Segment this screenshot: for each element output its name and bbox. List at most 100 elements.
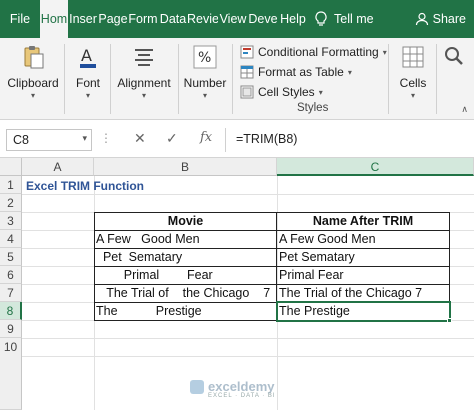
chevron-down-icon: ▾ <box>318 87 323 97</box>
divider <box>110 44 111 114</box>
styles-list: Conditional Formatting ▾ Format as Table… <box>240 42 387 102</box>
row-header-6[interactable]: 6 <box>0 266 22 284</box>
cell-styles-label: Cell Styles <box>258 85 315 99</box>
name-box-value: C8 <box>13 133 29 147</box>
user-icon <box>415 12 428 26</box>
divider <box>388 44 389 114</box>
gridline <box>22 338 474 339</box>
row-header-8[interactable]: 8 <box>0 302 22 320</box>
format-as-table-label: Format as Table <box>258 65 344 79</box>
enter-icon[interactable]: ✓ <box>166 130 178 147</box>
font-label: Font <box>75 76 100 90</box>
alignment-label: Alignment <box>117 76 171 90</box>
number-group[interactable]: % Number ▾ <box>182 38 228 120</box>
gridline <box>22 356 474 357</box>
row-header-2[interactable]: 2 <box>0 194 22 212</box>
select-all-corner[interactable] <box>0 158 22 176</box>
row-header-7[interactable]: 7 <box>0 284 22 302</box>
insert-function-button[interactable]: fx <box>200 130 212 145</box>
chevron-down-icon: ▾ <box>30 91 35 100</box>
chevron-down-icon: ▾ <box>82 133 87 143</box>
cells-group[interactable]: Cells ▾ <box>394 38 432 120</box>
cancel-icon[interactable]: ✕ <box>134 130 146 147</box>
tell-me-search[interactable]: Tell me <box>334 12 394 26</box>
conditional-formatting-button[interactable]: Conditional Formatting ▾ <box>240 42 387 62</box>
tab-file[interactable]: File <box>0 0 40 38</box>
tab-view[interactable]: View <box>218 0 248 38</box>
divider <box>178 44 179 114</box>
table-cell-movie[interactable]: A Few Good Men <box>96 230 276 248</box>
row-header-1[interactable]: 1 <box>0 176 22 194</box>
chevron-down-icon: ▾ <box>347 67 352 77</box>
chevron-down-icon: ▾ <box>382 47 387 57</box>
align-icon <box>129 42 159 72</box>
table-cell-trimmed[interactable]: The Trial of the Chicago 7 <box>279 284 449 302</box>
format-as-table-button[interactable]: Format as Table ▾ <box>240 62 387 82</box>
tab-developer[interactable]: Deve <box>248 0 278 38</box>
styles-group-label: Styles <box>297 102 329 114</box>
tab-home[interactable]: Hom <box>40 0 68 38</box>
chevron-down-icon: ▾ <box>85 91 90 100</box>
tab-data[interactable]: Data <box>158 0 188 38</box>
table-cell-trimmed[interactable]: Pet Sematary <box>279 248 449 266</box>
header-movie[interactable]: Movie <box>95 212 276 230</box>
svg-text:A: A <box>81 46 92 65</box>
row-header-5[interactable]: 5 <box>0 248 22 266</box>
divider <box>64 44 65 114</box>
column-header-a[interactable]: A <box>22 158 94 176</box>
table-cell-trimmed[interactable]: Primal Fear <box>279 266 449 284</box>
font-group[interactable]: A Font ▾ <box>68 38 108 120</box>
collapse-ribbon-icon[interactable]: ∧ <box>461 104 468 115</box>
cells-label: Cells <box>399 76 427 90</box>
row-header-4[interactable]: 4 <box>0 230 22 248</box>
table-cell-movie[interactable]: Primal Fear <box>96 266 276 284</box>
row-header-9[interactable]: 9 <box>0 320 22 338</box>
sheet-title[interactable]: Excel TRIM Function <box>26 177 266 195</box>
cell-styles-button[interactable]: Cell Styles ▾ <box>240 82 387 102</box>
table-cell-movie[interactable]: Pet Sematary <box>96 248 276 266</box>
conditional-formatting-label: Conditional Formatting <box>258 45 379 59</box>
tab-page-layout[interactable]: Page <box>98 0 128 38</box>
ribbon: Clipboard ▾ A Font ▾ Alignment ▾ % Numbe… <box>0 38 474 120</box>
watermark-tagline: EXCEL · DATA · BI <box>208 393 276 399</box>
table-cell-movie[interactable]: The Prestige <box>96 302 276 320</box>
share-label: Share <box>432 12 466 26</box>
tab-insert[interactable]: Inser <box>68 0 98 38</box>
table-cell-trimmed[interactable]: A Few Good Men <box>279 230 449 248</box>
conditional-formatting-icon <box>240 45 254 59</box>
table-cell-movie[interactable]: The Trial of the Chicago 7 <box>96 284 276 302</box>
divider <box>232 44 233 114</box>
divider <box>436 44 437 114</box>
cell-styles-icon <box>240 85 254 99</box>
active-cell-selection <box>276 301 451 322</box>
exceldemy-watermark: exceldemy <box>190 379 275 394</box>
chevron-down-icon: ▾ <box>141 91 146 100</box>
column-header-b[interactable]: B <box>94 158 277 176</box>
share-button[interactable]: Share <box>415 0 466 38</box>
font-icon: A <box>73 42 103 72</box>
lightbulb-icon[interactable] <box>308 0 334 38</box>
watermark-name: exceldemy <box>208 379 275 394</box>
tab-formulas[interactable]: Form <box>128 0 158 38</box>
clipboard-icon <box>18 42 48 72</box>
header-name-after-trim[interactable]: Name After TRIM <box>277 212 449 230</box>
cells-icon <box>398 42 428 72</box>
formula-input[interactable]: =TRIM(B8) <box>236 132 297 146</box>
clipboard-group[interactable]: Clipboard ▾ <box>4 38 62 120</box>
number-label: Number <box>183 76 227 90</box>
tab-help[interactable]: Help <box>278 0 308 38</box>
column-header-c[interactable]: C <box>277 158 474 176</box>
formula-bar: C8 ▾ ⋮ ✕ ✓ fx =TRIM(B8) <box>0 120 474 158</box>
percent-icon: % <box>190 42 220 72</box>
alignment-group[interactable]: Alignment ▾ <box>114 38 174 120</box>
tab-review[interactable]: Revie <box>188 0 218 38</box>
row-header-3[interactable]: 3 <box>0 212 22 230</box>
chevron-down-icon: ▾ <box>410 91 415 100</box>
svg-text:%: % <box>198 50 211 66</box>
fill-handle[interactable] <box>447 318 452 323</box>
row-header-10[interactable]: 10 <box>0 338 22 410</box>
worksheet-grid[interactable]: A B C 1 2 3 4 5 6 7 8 9 10 Excel TRIM Fu… <box>0 158 474 410</box>
chevron-down-icon: ▾ <box>202 91 207 100</box>
name-box[interactable]: C8 ▾ <box>6 129 92 151</box>
more-icon[interactable]: ⋮ <box>100 131 112 145</box>
